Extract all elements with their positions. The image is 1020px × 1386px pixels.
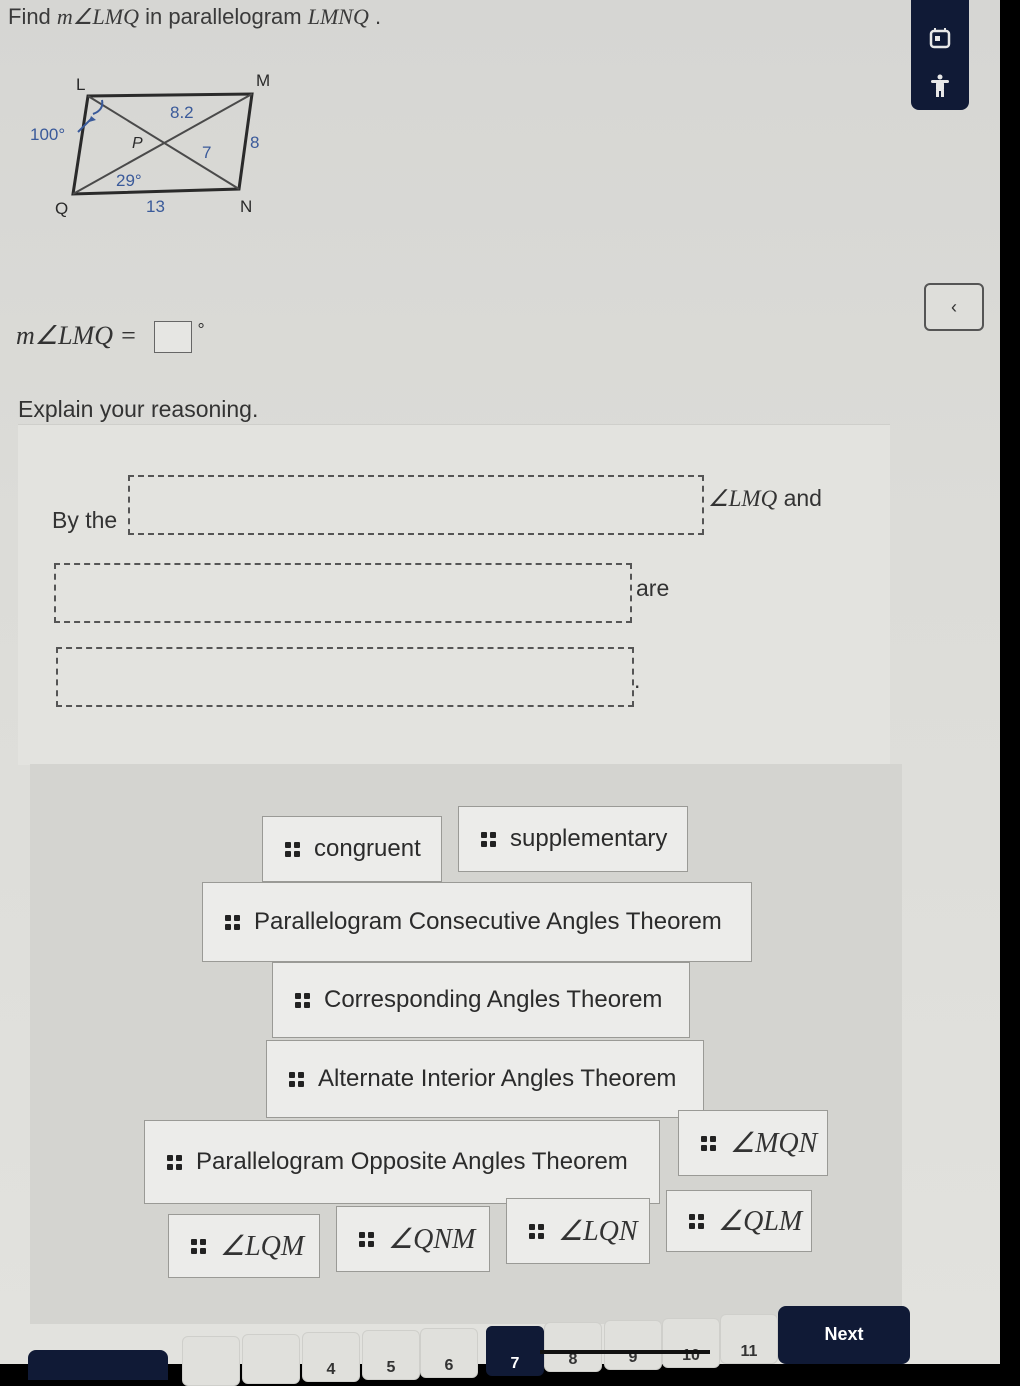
drag-handle-icon: [167, 1154, 182, 1170]
question-shape: LMNQ: [307, 4, 369, 29]
next-button[interactable]: Next: [778, 1306, 910, 1364]
degree-symbol: °: [197, 320, 205, 340]
page-button-5[interactable]: 5: [362, 1330, 420, 1380]
question-suffix: in parallelogram: [138, 4, 308, 29]
question-end: .: [368, 4, 382, 29]
tile-angle-qlm[interactable]: ∠QLM: [666, 1190, 812, 1252]
page-button-8[interactable]: 8: [544, 1322, 602, 1372]
vertex-M: M: [256, 71, 270, 90]
tile-angle-lqm[interactable]: ∠LQM: [168, 1214, 320, 1278]
drag-handle-icon: [359, 1231, 374, 1247]
label-QN: 13: [146, 197, 165, 216]
tile-label: ∠LQN: [558, 1216, 638, 1247]
side-toolbar: [911, 0, 969, 110]
tile-label: ∠QLM: [718, 1206, 803, 1237]
label-MN: 8: [250, 133, 259, 152]
explain-label: Explain your reasoning.: [18, 396, 259, 422]
page-button[interactable]: [182, 1336, 240, 1386]
tile-angle-mqn[interactable]: ∠MQN: [678, 1110, 828, 1176]
parallelogram-figure: L M N Q P 100° 8.2 7 8 29° 13: [20, 62, 300, 232]
tile-angle-qnm[interactable]: ∠QNM: [336, 1206, 490, 1272]
sentence-panel: By the ∠LMQ and are .: [18, 424, 890, 765]
drag-handle-icon: [285, 841, 300, 857]
question-prefix: Find: [8, 4, 57, 29]
drag-handle-icon: [225, 914, 240, 930]
collapse-panel-button[interactable]: ‹: [924, 283, 984, 331]
label-MP: 8.2: [170, 103, 194, 122]
label-PN: 7: [202, 143, 211, 162]
answer-lhs: m∠LMQ: [16, 321, 113, 350]
label-angle-L: 100°: [30, 125, 65, 144]
drag-handle-icon: [689, 1213, 704, 1229]
page-button[interactable]: [242, 1334, 300, 1384]
tile-parallelogram-consecutive-angles-theorem[interactable]: Parallelogram Consecutive Angles Theorem: [202, 882, 752, 962]
sentence-part-4: .: [634, 667, 641, 693]
answer-equals: =: [112, 321, 144, 350]
arrow-head: [89, 116, 96, 122]
tile-label: supplementary: [510, 825, 668, 852]
sentence-and: and: [777, 485, 822, 511]
drag-handle-icon: [481, 831, 496, 847]
page-button-9[interactable]: 9: [604, 1320, 662, 1370]
drag-handle-icon: [529, 1223, 544, 1239]
drag-handle-icon: [289, 1071, 304, 1087]
label-angle-Q: 29°: [116, 171, 142, 190]
sentence-part-1: By the: [52, 507, 118, 533]
scroll-indicator: [540, 1350, 710, 1354]
vertex-L: L: [76, 75, 85, 94]
tile-label: Parallelogram Opposite Angles Theorem: [196, 1148, 628, 1175]
tile-label: ∠QNM: [388, 1224, 476, 1255]
calendar-icon[interactable]: [928, 26, 952, 50]
vertex-P: P: [132, 135, 143, 152]
drop-zone-3[interactable]: [56, 647, 634, 707]
page-button-4[interactable]: 4: [302, 1332, 360, 1382]
question-title: Find m∠LMQ in parallelogram LMNQ .: [8, 4, 381, 30]
tile-corresponding-angles-theorem[interactable]: Corresponding Angles Theorem: [272, 962, 690, 1038]
tile-parallelogram-opposite-angles-theorem[interactable]: Parallelogram Opposite Angles Theorem: [144, 1120, 660, 1204]
answer-input[interactable]: [153, 321, 192, 354]
tile-label: congruent: [314, 835, 421, 862]
vertex-Q: Q: [55, 199, 68, 218]
chevron-left-icon: ‹: [951, 296, 957, 317]
tile-label: ∠LQM: [220, 1231, 305, 1262]
sentence-angle-lmq: ∠LMQ: [708, 486, 778, 511]
sentence-part-3: are: [636, 575, 670, 601]
drop-zone-1[interactable]: [128, 475, 704, 535]
page-button-10[interactable]: 10: [662, 1318, 720, 1368]
page-button-7-current[interactable]: 7: [486, 1326, 544, 1376]
tile-alternate-interior-angles-theorem[interactable]: Alternate Interior Angles Theorem: [266, 1040, 704, 1118]
accessibility-icon[interactable]: [928, 74, 952, 98]
drag-handle-icon: [295, 992, 310, 1008]
tile-angle-lqn[interactable]: ∠LQN: [506, 1198, 650, 1264]
page-button-6[interactable]: 6: [420, 1328, 478, 1378]
answer-line: m∠LMQ = °: [16, 320, 205, 354]
screen: Find m∠LMQ in parallelogram LMNQ . L M N…: [0, 0, 1000, 1386]
tile-label: Alternate Interior Angles Theorem: [318, 1065, 677, 1092]
previous-button[interactable]: [28, 1350, 168, 1380]
tile-supplementary[interactable]: supplementary: [458, 806, 688, 872]
drag-handle-icon: [191, 1238, 206, 1254]
vertex-N: N: [240, 197, 252, 216]
sentence-part-2: ∠LMQ and: [708, 485, 822, 512]
drag-handle-icon: [701, 1135, 716, 1151]
tile-congruent[interactable]: congruent: [262, 816, 442, 882]
drop-zone-2[interactable]: [54, 563, 632, 623]
question-angle: m∠LMQ: [56, 4, 139, 29]
tile-label: ∠MQN: [730, 1128, 818, 1159]
tile-label: Parallelogram Consecutive Angles Theorem: [254, 908, 722, 935]
page-button-11[interactable]: 11: [720, 1314, 778, 1364]
tile-label: Corresponding Angles Theorem: [324, 986, 663, 1013]
